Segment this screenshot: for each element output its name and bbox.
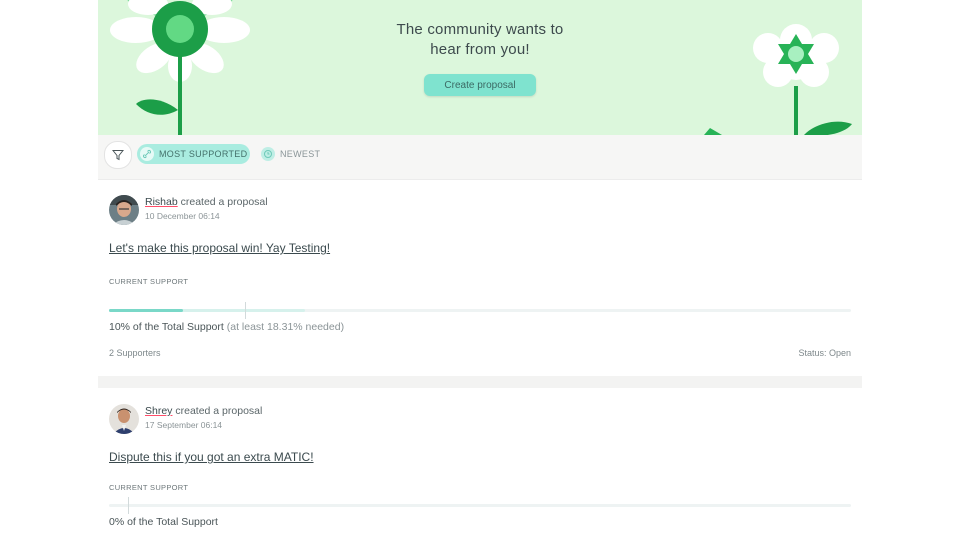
hero-title: The community wants to hear from you!	[98, 20, 862, 60]
hero-banner: The community wants to hear from you! Cr…	[98, 0, 862, 135]
support-progress-bar	[109, 302, 851, 319]
clock-icon	[261, 147, 275, 161]
author-line: Shrey created a proposal	[145, 405, 262, 417]
sort-most-supported-tab[interactable]: MOST SUPPORTED	[137, 144, 250, 164]
proposal-title-link[interactable]: Let's make this proposal win! Yay Testin…	[109, 241, 330, 255]
support-percentage: 0% of the Total Support	[109, 516, 218, 528]
support-progress-bar	[109, 497, 851, 514]
support-summary: 10% of the Total Support (at least 18.31…	[109, 321, 344, 333]
proposal-card[interactable]: Rishab created a proposal 10 December 06…	[98, 180, 862, 376]
required-support-marker	[245, 302, 246, 319]
hero-title-line-2: hear from you!	[430, 41, 530, 58]
sort-newest-tab[interactable]: NEWEST	[258, 144, 322, 164]
supporters-count: 2 Supporters	[109, 348, 161, 358]
proposal-date: 17 September 06:14	[145, 420, 223, 430]
filter-icon	[112, 150, 124, 161]
author-name-link[interactable]: Rishab	[145, 196, 178, 208]
proposal-card[interactable]: Shrey created a proposal 17 September 06…	[98, 388, 862, 540]
proposal-date: 10 December 06:14	[145, 211, 220, 221]
link-icon	[140, 147, 154, 161]
support-progress-fill	[109, 309, 183, 312]
status-badge: Status: Open	[798, 348, 851, 358]
author-action: created a proposal	[180, 196, 268, 208]
required-support-marker	[128, 497, 129, 514]
avatar[interactable]	[109, 404, 139, 434]
avatar[interactable]	[109, 195, 139, 225]
support-needed: (at least 18.31% needed)	[226, 321, 345, 333]
sort-newest-label: NEWEST	[280, 149, 321, 159]
author-action: created a proposal	[175, 405, 263, 417]
proposals-page: The community wants to hear from you! Cr…	[0, 0, 960, 540]
filter-bar: MOST SUPPORTED NEWEST	[98, 135, 862, 180]
proposal-title-link[interactable]: Dispute this if you got an extra MATIC!	[109, 450, 314, 464]
hero-title-line-1: The community wants to	[396, 21, 564, 38]
current-support-label: CURRENT SUPPORT	[109, 483, 189, 492]
author-line: Rishab created a proposal	[145, 196, 268, 208]
support-summary: 0% of the Total Support	[109, 516, 218, 528]
current-support-label: CURRENT SUPPORT	[109, 277, 189, 286]
support-percentage: 10% of the Total Support	[109, 321, 224, 333]
author-name-link[interactable]: Shrey	[145, 405, 172, 417]
card-separator	[98, 376, 862, 388]
filter-button[interactable]	[104, 141, 132, 169]
create-proposal-button[interactable]: Create proposal	[424, 74, 536, 96]
sort-most-supported-label: MOST SUPPORTED	[159, 149, 248, 159]
